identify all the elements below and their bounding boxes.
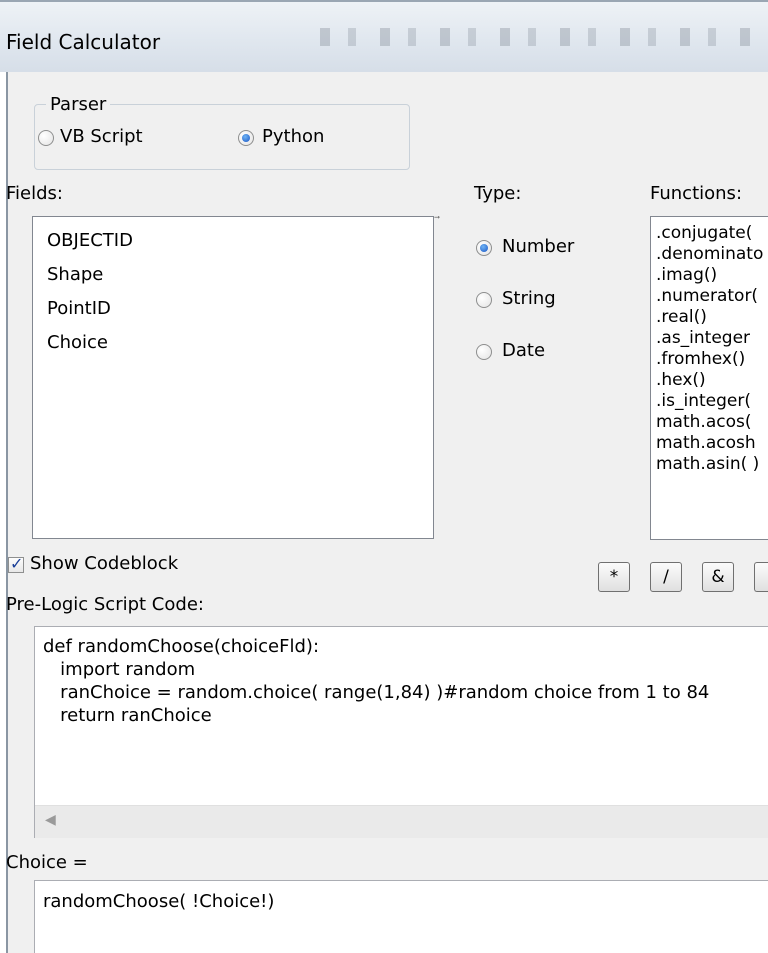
list-item[interactable]: math.acosh (656, 433, 756, 454)
divide-button[interactable]: / (650, 562, 682, 592)
window-title: Field Calculator (6, 30, 161, 54)
type-label: Type: (474, 183, 522, 204)
list-item[interactable]: Shape (47, 264, 103, 285)
code-line: return ranChoice (43, 705, 212, 726)
radio-type-date-label[interactable]: Date (502, 340, 545, 361)
functions-list[interactable]: .conjugate( .denominato .imag() .numerat… (650, 216, 768, 540)
list-item[interactable]: .imag() (656, 265, 717, 286)
list-item[interactable]: .conjugate( (656, 223, 752, 244)
fields-list[interactable]: OBJECTID Shape PointID Choice (32, 216, 434, 539)
list-item[interactable]: .numerator( (656, 286, 758, 307)
list-item[interactable]: .is_integer( (656, 391, 751, 412)
radio-python-label[interactable]: Python (262, 126, 324, 147)
code-line: import random (43, 659, 196, 680)
list-item[interactable]: PointID (47, 298, 111, 319)
next-operator-button[interactable] (754, 562, 768, 592)
list-item[interactable]: .fromhex() (656, 349, 745, 370)
radio-type-string-label[interactable]: String (502, 288, 556, 309)
expression-label: Choice = (6, 852, 88, 873)
list-item[interactable]: OBJECTID (47, 230, 133, 251)
show-codeblock-label[interactable]: Show Codeblock (30, 553, 178, 574)
scroll-left-arrow-icon[interactable]: ◀ (45, 812, 56, 828)
list-item[interactable]: .real() (656, 307, 707, 328)
horizontal-scrollbar[interactable]: ◀ (35, 805, 768, 838)
list-item[interactable]: .hex() (656, 370, 706, 391)
radio-python[interactable] (238, 130, 254, 146)
ampersand-button[interactable]: & (702, 562, 734, 592)
parser-legend: Parser (46, 94, 111, 115)
list-item[interactable]: math.acos( (656, 412, 751, 433)
show-codeblock-checkbox[interactable]: ✓ (8, 554, 24, 573)
functions-label: Functions: (650, 183, 743, 204)
radio-type-string[interactable] (476, 292, 492, 308)
radio-type-date[interactable] (476, 344, 492, 360)
title-bar-background (320, 28, 760, 46)
prelogic-code-editor[interactable]: def randomChoose(choiceFld): import rand… (34, 626, 768, 838)
radio-type-number[interactable] (476, 240, 492, 256)
title-bar: Field Calculator (0, 0, 768, 72)
fields-label: Fields: (6, 183, 63, 204)
radio-vbscript-label[interactable]: VB Script (60, 126, 143, 147)
list-item[interactable]: .denominato (656, 244, 763, 265)
prelogic-label: Pre-Logic Script Code: (6, 594, 204, 615)
list-item[interactable]: Choice (47, 332, 108, 353)
expression-value: randomChoose( !Choice!) (43, 891, 275, 912)
code-line: def randomChoose(choiceFld): (43, 636, 320, 657)
radio-vbscript[interactable] (38, 130, 54, 146)
list-item[interactable]: math.asin( ) (656, 454, 759, 475)
multiply-button[interactable]: * (598, 562, 630, 592)
list-item[interactable]: .as_integer (656, 328, 750, 349)
expression-editor[interactable]: randomChoose( !Choice!) (34, 880, 768, 953)
checkmark-icon: ✓ (10, 554, 24, 573)
code-line: ranChoice = random.choice( range(1,84) )… (43, 682, 710, 703)
radio-type-number-label[interactable]: Number (502, 236, 574, 257)
